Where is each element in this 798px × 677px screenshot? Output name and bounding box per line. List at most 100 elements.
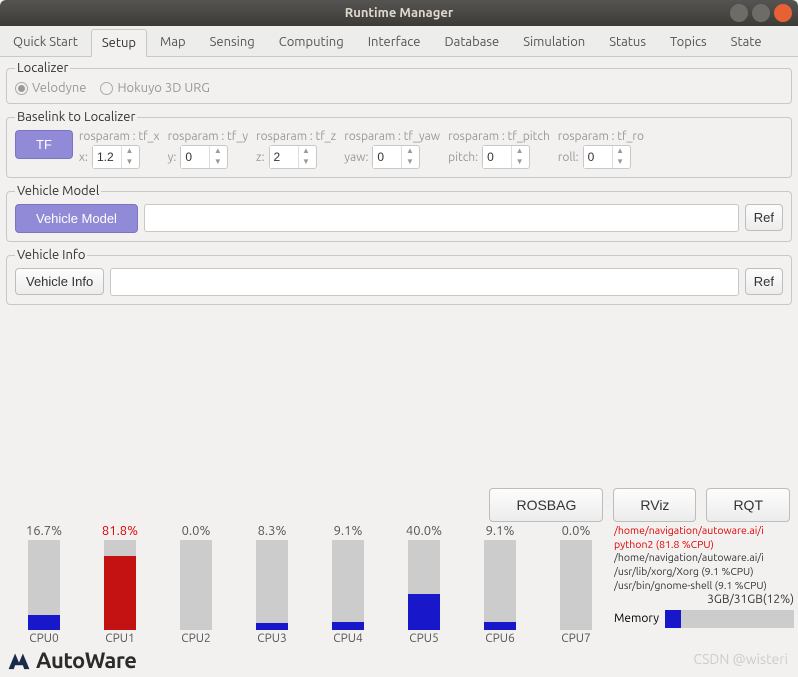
rqt-button[interactable]: RQT — [706, 488, 790, 522]
tab-topics[interactable]: Topics — [659, 28, 718, 56]
tab-database[interactable]: Database — [433, 28, 510, 56]
tf-value-input[interactable] — [584, 146, 612, 168]
tf-spinner[interactable]: ▲▼ — [92, 145, 140, 169]
vehicle-model-ref-button[interactable]: Ref — [745, 204, 783, 231]
baselink-legend: Baselink to Localizer — [15, 110, 137, 124]
spin-down-icon[interactable]: ▼ — [122, 157, 137, 168]
vehicle-info-group: Vehicle Info Vehicle Info Ref — [6, 248, 792, 305]
cpu-percent-label: 81.8% — [102, 524, 138, 538]
cpu-bar — [332, 540, 364, 630]
memory-bar — [665, 610, 794, 628]
vehicle-info-legend: Vehicle Info — [15, 248, 87, 262]
tf-value-input[interactable] — [270, 146, 298, 168]
radio-label: Hokuyo 3D URG — [117, 81, 209, 95]
spin-up-icon[interactable]: ▲ — [299, 146, 314, 157]
cpu-bar — [560, 540, 592, 630]
baselink-group: Baselink to Localizer TF rosparam : tf_x… — [6, 110, 792, 178]
spin-up-icon[interactable]: ▲ — [122, 146, 137, 157]
spin-down-icon[interactable]: ▼ — [402, 157, 417, 168]
autoware-logo-icon — [6, 647, 32, 673]
tab-status[interactable]: Status — [598, 28, 657, 56]
spin-up-icon[interactable]: ▲ — [210, 146, 225, 157]
tab-simulation[interactable]: Simulation — [512, 28, 596, 56]
process-line: /usr/lib/xorg/Xorg (9.1 %CPU) — [614, 565, 794, 579]
tab-setup[interactable]: Setup — [91, 29, 147, 57]
cpu-percent-label: 0.0% — [182, 524, 211, 538]
spin-down-icon[interactable]: ▼ — [299, 157, 314, 168]
cpu-bar — [484, 540, 516, 630]
localizer-legend: Localizer — [15, 61, 70, 75]
window-title: Runtime Manager — [345, 6, 453, 20]
tf-prefix-label: roll: — [558, 151, 579, 164]
spin-up-icon[interactable]: ▲ — [402, 146, 417, 157]
spin-up-icon[interactable]: ▲ — [512, 146, 527, 157]
vehicle-info-button[interactable]: Vehicle Info — [15, 268, 104, 295]
radio-icon — [15, 82, 28, 95]
tf-spinner[interactable]: ▲▼ — [583, 145, 631, 169]
main-tabs: Quick StartSetupMapSensingComputingInter… — [0, 26, 798, 57]
minimize-icon[interactable] — [730, 4, 748, 22]
cpu-meter: 16.7% CPU0 — [10, 524, 78, 645]
tab-sensing[interactable]: Sensing — [199, 28, 266, 56]
process-line: /usr/bin/gnome-shell (9.1 %CPU) — [614, 579, 794, 593]
spin-down-icon[interactable]: ▼ — [512, 157, 527, 168]
cpu-percent-label: 9.1% — [334, 524, 363, 538]
cpu-name-label: CPU0 — [29, 632, 59, 645]
cpu-percent-label: 16.7% — [26, 524, 62, 538]
tf-param-label: rosparam : tf_pitch — [448, 130, 550, 143]
tf-value-input[interactable] — [483, 146, 511, 168]
memory-summary: 3GB/31GB(12%) — [614, 592, 794, 608]
brand-label: AutoWare — [36, 648, 136, 673]
cpu-meter: 9.1%CPU6 — [466, 524, 534, 645]
cpu-bar — [104, 540, 136, 630]
tf-field: rosparam : tf_xx:▲▼ — [79, 130, 160, 169]
tf-spinner[interactable]: ▲▼ — [269, 145, 317, 169]
tab-quick-start[interactable]: Quick Start — [2, 28, 89, 56]
tf-value-input[interactable] — [93, 146, 121, 168]
cpu-meter: 8.3%CPU3 — [238, 524, 306, 645]
titlebar: Runtime Manager — [0, 0, 798, 26]
vehicle-model-button[interactable]: Vehicle Model — [15, 204, 138, 233]
radio-hokuyo-3d-urg[interactable]: Hokuyo 3D URG — [100, 81, 209, 95]
tab-map[interactable]: Map — [149, 28, 197, 56]
tf-param-label: rosparam : tf_yaw — [344, 130, 440, 143]
cpu-meter: 9.1%CPU4 — [314, 524, 382, 645]
spin-down-icon[interactable]: ▼ — [210, 157, 225, 168]
maximize-icon[interactable] — [752, 4, 770, 22]
radio-label: Velodyne — [32, 81, 86, 95]
vehicle-info-path-input[interactable] — [110, 268, 739, 296]
tf-value-input[interactable] — [181, 146, 209, 168]
tf-spinner[interactable]: ▲▼ — [180, 145, 228, 169]
cpu-percent-label: 8.3% — [258, 524, 287, 538]
cpu-percent-label: 40.0% — [406, 524, 442, 538]
close-icon[interactable] — [774, 4, 792, 22]
tab-computing[interactable]: Computing — [268, 28, 355, 56]
vehicle-model-group: Vehicle Model Vehicle Model Ref — [6, 184, 792, 242]
process-line: python2 (81.8 %CPU) — [614, 538, 794, 552]
resource-monitor: 16.7%CPU081.8%CPU10.0%CPU28.3%CPU39.1%CP… — [0, 520, 798, 645]
watermark: CSDN @wisteri — [693, 651, 788, 667]
tab-state[interactable]: State — [720, 28, 773, 56]
tf-field: rosparam : tf_roroll:▲▼ — [558, 130, 644, 169]
cpu-name-label: CPU5 — [409, 632, 439, 645]
rviz-button[interactable]: RViz — [613, 488, 696, 522]
cpu-name-label: CPU2 — [181, 632, 211, 645]
cpu-bar — [180, 540, 212, 630]
radio-velodyne[interactable]: Velodyne — [15, 81, 86, 95]
process-line: /home/navigation/autoware.ai/i — [614, 551, 794, 565]
tf-button[interactable]: TF — [15, 130, 73, 159]
spin-up-icon[interactable]: ▲ — [613, 146, 628, 157]
tf-value-input[interactable] — [373, 146, 401, 168]
tf-spinner[interactable]: ▲▼ — [372, 145, 420, 169]
tf-param-label: rosparam : tf_y — [168, 130, 248, 143]
process-line: /home/navigation/autoware.ai/i — [614, 524, 794, 538]
cpu-percent-label: 9.1% — [486, 524, 515, 538]
tab-interface[interactable]: Interface — [357, 28, 432, 56]
tf-spinner[interactable]: ▲▼ — [482, 145, 530, 169]
rosbag-button[interactable]: ROSBAG — [489, 488, 603, 522]
spin-down-icon[interactable]: ▼ — [613, 157, 628, 168]
vehicle-info-ref-button[interactable]: Ref — [745, 268, 783, 295]
vehicle-model-path-input[interactable] — [144, 204, 739, 232]
memory-label: Memory — [614, 611, 659, 627]
tf-param-label: rosparam : tf_x — [79, 130, 160, 143]
